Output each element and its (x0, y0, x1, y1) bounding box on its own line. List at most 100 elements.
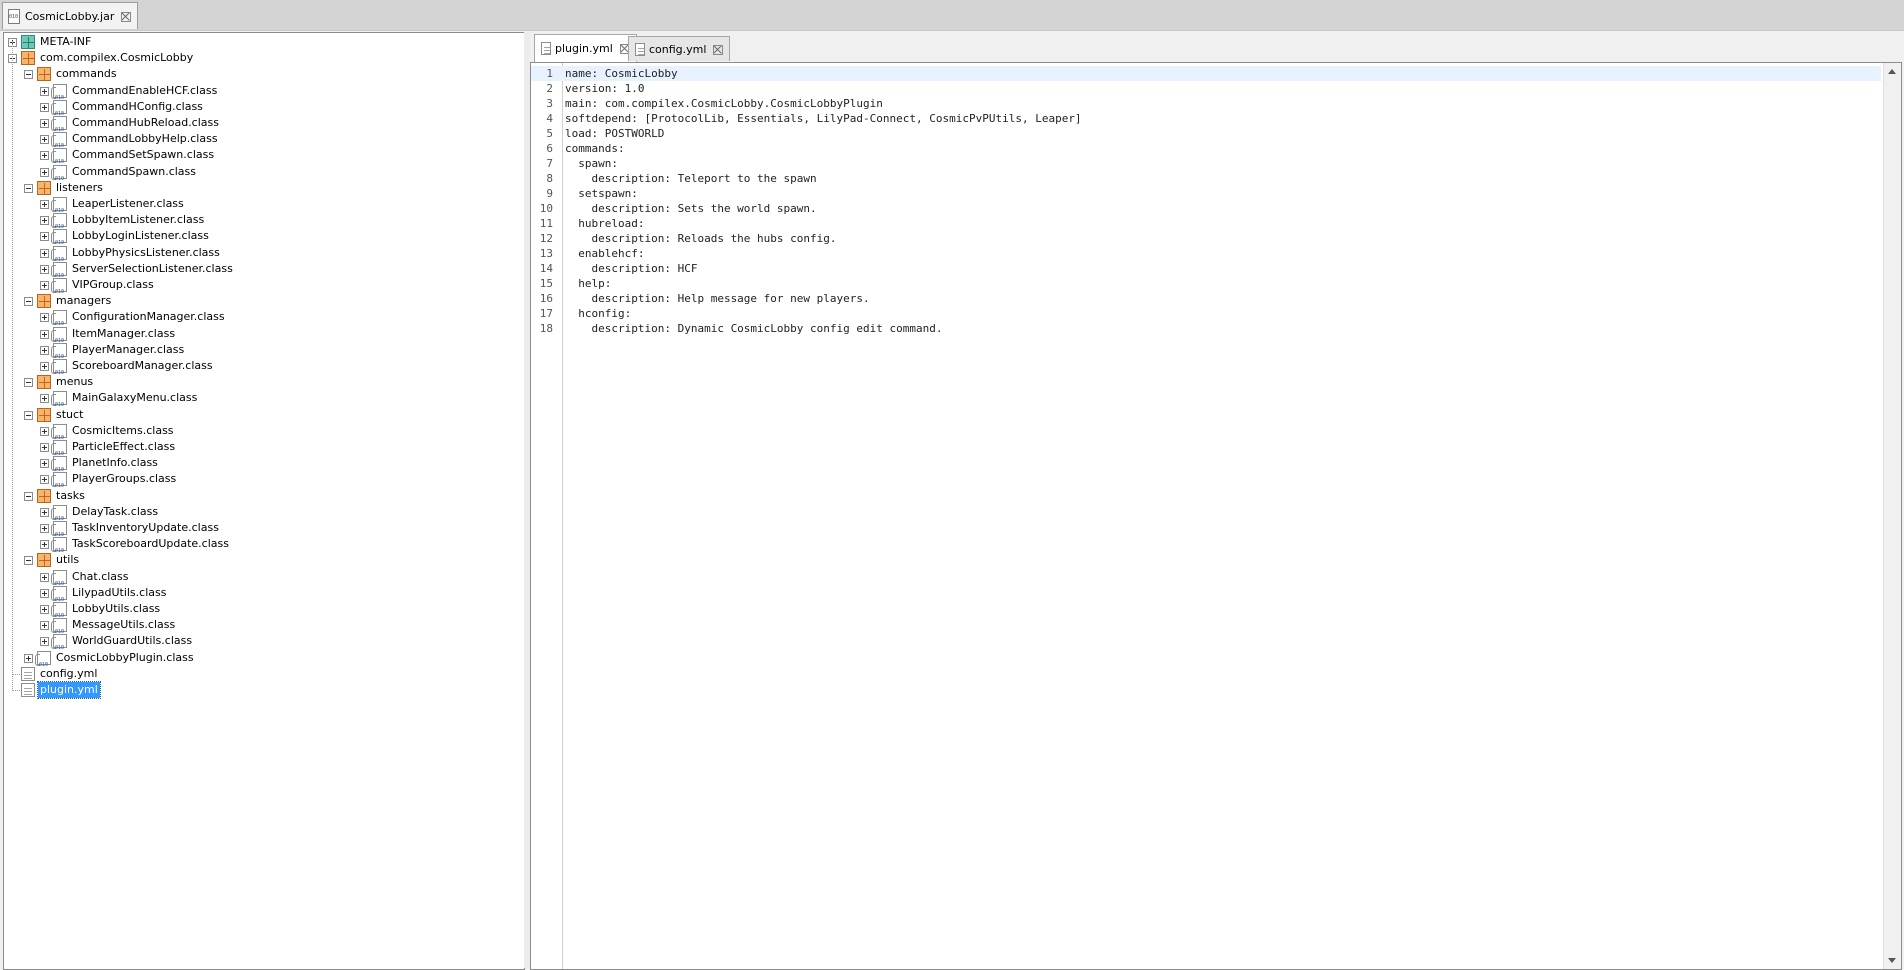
collapse-icon[interactable] (24, 183, 33, 193)
collapse-icon[interactable] (24, 410, 33, 420)
code-line[interactable]: 4 softdepend: [ProtocolLib, Essentials, L… (531, 111, 1881, 126)
expand-icon[interactable] (40, 232, 49, 242)
scroll-down-icon[interactable] (1888, 958, 1896, 963)
expand-icon[interactable] (40, 248, 49, 258)
tree-item[interactable]: tasks (4, 488, 524, 504)
tree-item[interactable]: PlayerGroups.class (4, 471, 524, 494)
tree-item[interactable]: DelayTask.class (4, 504, 524, 527)
tree-item[interactable]: stuct (4, 407, 524, 423)
tree-item[interactable]: listeners (4, 180, 524, 196)
code-line[interactable]: 5 load: POSTWORLD (531, 126, 1881, 141)
expand-icon[interactable] (40, 572, 49, 582)
expand-icon[interactable] (24, 653, 33, 663)
collapse-icon[interactable] (24, 70, 33, 80)
collapse-icon[interactable] (24, 297, 33, 307)
tree-item[interactable]: META-INF (4, 34, 524, 50)
tree-item[interactable]: LobbyPhysicsListener.class (4, 245, 524, 268)
tree-item[interactable]: plugin.yml (4, 681, 524, 699)
expand-icon[interactable] (40, 637, 49, 647)
tree-item[interactable]: LobbyUtils.class (4, 601, 524, 624)
tree-item[interactable]: config.yml (4, 666, 524, 682)
collapse-icon[interactable] (24, 378, 33, 388)
expand-icon[interactable] (40, 394, 49, 404)
expand-icon[interactable] (40, 362, 49, 371)
tree-item[interactable]: commands (4, 66, 524, 82)
code-line[interactable]: 1 name: CosmicLobby (531, 66, 1881, 81)
tree-item[interactable]: CommandHConfig.class (4, 99, 524, 122)
code-line[interactable]: 3 main: com.compilex.CosmicLobby.CosmicLo… (531, 96, 1881, 111)
tree-item[interactable]: managers (4, 293, 524, 309)
expand-icon[interactable] (40, 313, 49, 323)
expand-icon[interactable] (40, 264, 49, 274)
tree-item[interactable]: ScoreboardManager.class (4, 358, 524, 381)
expand-icon[interactable] (40, 216, 49, 226)
tree-item[interactable]: LeaperListener.class (4, 196, 524, 219)
code-line[interactable]: 13 enablehcf: (531, 246, 1881, 261)
expand-icon[interactable] (40, 540, 49, 550)
tree-item[interactable]: VIPGroup.class (4, 277, 524, 300)
tree-item[interactable]: LilypadUtils.class (4, 585, 524, 608)
tree-item[interactable]: ItemManager.class (4, 326, 524, 349)
tree-item[interactable]: MessageUtils.class (4, 617, 524, 640)
expand-icon[interactable] (40, 443, 49, 452)
code-line[interactable]: 18 description: Dynamic CosmicLobby conf… (531, 321, 1881, 336)
tree-item[interactable]: CommandEnableHCF.class (4, 83, 524, 106)
close-icon[interactable] (712, 44, 724, 55)
expand-icon[interactable] (40, 621, 49, 631)
collapse-icon[interactable] (24, 491, 33, 501)
code-line[interactable]: 6 commands: (531, 141, 1881, 156)
expand-icon[interactable] (40, 86, 49, 96)
tree-item[interactable]: CosmicLobbyPlugin.class (4, 650, 524, 673)
expand-icon[interactable] (40, 345, 49, 355)
code-line[interactable]: 11 hubreload: (531, 216, 1881, 231)
code-line[interactable]: 15 help: (531, 276, 1881, 291)
tree-item[interactable]: CommandHubReload.class (4, 115, 524, 138)
vertical-scrollbar[interactable] (1883, 63, 1901, 969)
scroll-up-icon[interactable] (1888, 69, 1896, 74)
tree-item[interactable]: MainGalaxyMenu.class (4, 390, 524, 413)
tree-item[interactable]: WorldGuardUtils.class (4, 633, 524, 656)
tree-item[interactable]: ServerSelectionListener.class (4, 261, 524, 284)
code-line[interactable]: 16 description: Help message for new pla… (531, 291, 1881, 306)
tree-item[interactable]: LobbyLoginListener.class (4, 228, 524, 251)
editor-tab-plugin-yml[interactable]: plugin.yml (534, 34, 637, 62)
tree-item[interactable]: utils (4, 552, 524, 568)
code-line[interactable]: 9 setspawn: (531, 186, 1881, 201)
tree-item[interactable]: TaskInventoryUpdate.class (4, 520, 524, 543)
expand-icon[interactable] (40, 102, 49, 112)
tree-item[interactable]: LobbyItemListener.class (4, 212, 524, 235)
expand-icon[interactable] (40, 167, 49, 177)
tree-item[interactable]: ParticleEffect.class (4, 439, 524, 462)
expand-icon[interactable] (40, 329, 49, 339)
code-line[interactable]: 7 spawn: (531, 156, 1881, 171)
tree-item[interactable]: TaskScoreboardUpdate.class (4, 536, 524, 559)
expand-icon[interactable] (40, 605, 49, 614)
tree-item[interactable]: menus (4, 374, 524, 390)
expand-icon[interactable] (40, 119, 49, 128)
tree-item[interactable]: com.compilex.CosmicLobby (4, 50, 524, 66)
expand-icon[interactable] (40, 588, 49, 598)
expand-icon[interactable] (40, 524, 49, 533)
tree-item[interactable]: PlanetInfo.class (4, 455, 524, 478)
editor-tab-config-yml[interactable]: config.yml (628, 36, 731, 61)
expand-icon[interactable] (40, 426, 49, 436)
tree-item[interactable]: CosmicItems.class (4, 423, 524, 446)
code-line[interactable]: 14 description: HCF (531, 261, 1881, 276)
tree-item[interactable]: CommandSetSpawn.class (4, 147, 524, 170)
code-line[interactable]: 8 description: Teleport to the spawn (531, 171, 1881, 186)
expand-icon[interactable] (40, 507, 49, 517)
collapse-icon[interactable] (24, 556, 33, 566)
expand-icon[interactable] (40, 281, 49, 290)
expand-icon[interactable] (40, 459, 49, 469)
code-line[interactable]: 12 description: Reloads the hubs config. (531, 231, 1881, 246)
expand-icon[interactable] (40, 135, 49, 145)
project-tree[interactable]: META-INF com.compilex.CosmicLobby commands… (3, 32, 525, 970)
tree-item[interactable]: CommandLobbyHelp.class (4, 131, 524, 154)
expand-icon[interactable] (40, 475, 49, 485)
expand-icon[interactable] (40, 200, 49, 209)
file-tab-cosmiclobby-jar[interactable]: CosmicLobby.jar (2, 2, 139, 29)
expand-icon[interactable] (40, 151, 49, 161)
code-line[interactable]: 10 description: Sets the world spawn. (531, 201, 1881, 216)
close-icon[interactable] (120, 11, 132, 22)
tree-item[interactable]: Chat.class (4, 569, 524, 592)
